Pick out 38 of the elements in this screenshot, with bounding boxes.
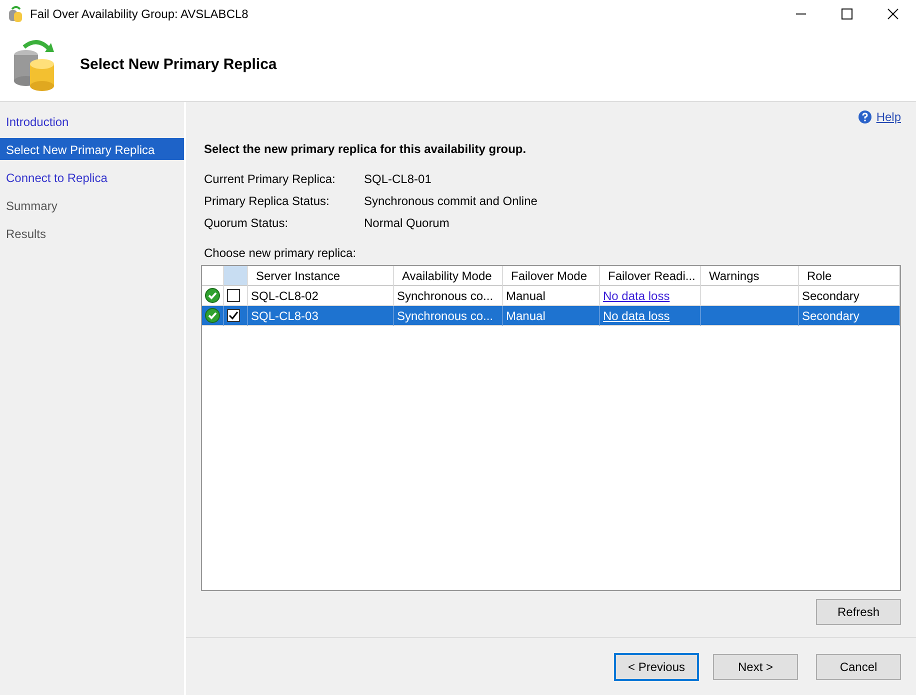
table-cell: Manual xyxy=(503,306,600,326)
column-header[interactable]: Warnings xyxy=(701,266,799,286)
field-value: Normal Quorum xyxy=(364,215,450,232)
sidebar-item[interactable]: Summary xyxy=(0,194,184,216)
table-caption: Choose new primary replica: xyxy=(204,245,358,262)
refresh-button[interactable]: Refresh xyxy=(816,599,901,625)
table-cell: Secondary xyxy=(799,306,900,326)
column-header[interactable]: Failover Readi... xyxy=(600,266,701,286)
field-label: Quorum Status: xyxy=(204,215,290,232)
table-cell: SQL-CL8-03 xyxy=(248,306,394,326)
previous-button[interactable]: < Previous xyxy=(614,652,699,680)
table-cell: Synchronous co... xyxy=(394,306,503,326)
table-row[interactable]: SQL-CL8-03 Synchronous co... Manual No data loss Secondary xyxy=(202,306,900,326)
column-header[interactable]: Failover Mode xyxy=(503,266,600,286)
instruction-text: Select the new primary replica for this availability group. xyxy=(204,141,528,158)
sidebar-item[interactable]: Introduction xyxy=(0,110,184,132)
header-cell xyxy=(224,266,248,286)
column-header[interactable]: Availability Mode xyxy=(394,266,503,286)
page-heading: Select New Primary Replica xyxy=(80,56,277,74)
checkbox[interactable] xyxy=(227,309,240,322)
sidebar-item[interactable]: Select New Primary Replica xyxy=(0,138,184,160)
next-button[interactable]: Next > xyxy=(713,654,798,680)
sidebar-item[interactable]: Results xyxy=(0,222,184,244)
readiness-link[interactable]: No data loss xyxy=(603,306,670,324)
help-icon xyxy=(858,110,872,124)
column-header[interactable]: Server Instance xyxy=(248,266,394,286)
field-label: Current Primary Replica: xyxy=(204,171,336,188)
field-value: Synchronous commit and Online xyxy=(364,193,538,210)
app-icon xyxy=(8,5,24,23)
checkbox[interactable] xyxy=(227,289,240,302)
field-value: SQL-CL8-01 xyxy=(364,171,432,188)
readiness-link[interactable]: No data loss xyxy=(603,286,670,304)
help-link[interactable]: Help xyxy=(858,108,901,126)
window-title: Fail Over Availability Group: AVSLABCL8 xyxy=(30,6,248,23)
column-header[interactable]: Role xyxy=(799,266,900,286)
sidebar-item[interactable]: Connect to Replica xyxy=(0,166,184,188)
cancel-button[interactable]: Cancel xyxy=(816,654,901,680)
field-label: Primary Replica Status: xyxy=(204,193,330,210)
